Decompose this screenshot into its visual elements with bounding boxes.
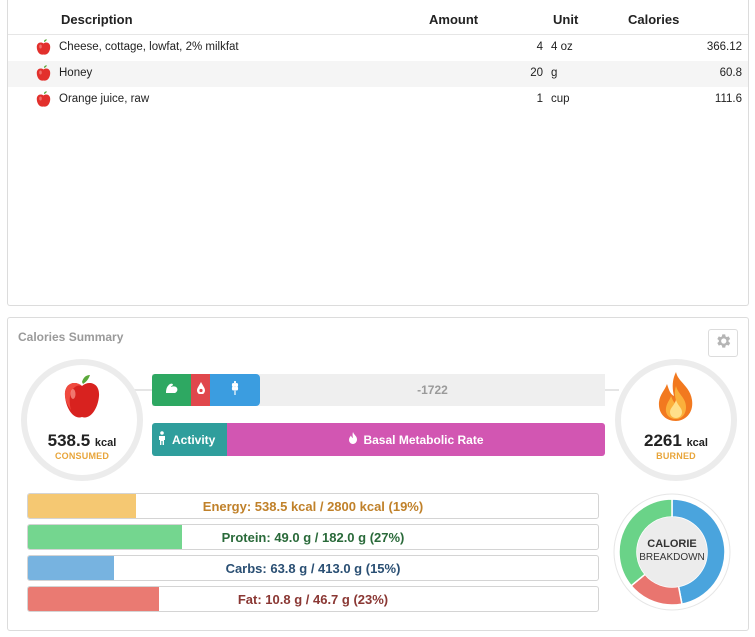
carbs-progress-bar[interactable]: Carbs: 63.8 g / 413.0 g (15%) [27,555,599,581]
food-calories: 366.12 [706,41,742,53]
food-unit[interactable]: g [551,67,557,79]
summary-title: Calories Summary [18,330,124,344]
burned-unit: kcal [686,437,708,449]
protein-progress-bar[interactable]: Protein: 49.0 g / 182.0 g (27%) [27,524,599,550]
carbs-wheat-icon [230,380,240,400]
activity-label: Activity [172,432,216,447]
connector-line [134,389,152,391]
food-amount[interactable]: 4 [537,41,543,53]
fat-segment[interactable] [191,374,210,406]
gear-icon [714,332,732,355]
food-amount[interactable]: 20 [530,67,543,79]
calorie-breakdown-donut[interactable]: CALORIE BREAKDOWN [613,493,731,611]
table-row[interactable]: Cheese, cottage, lowfat, 2% milkfat 4 4 … [8,35,748,61]
carbs-segment[interactable] [210,374,260,406]
protein-arm-icon [165,381,179,399]
table-row[interactable]: Orange juice, raw 1 cup 111.6 [8,87,748,113]
energy-progress-text: Energy: 538.5 kcal / 2800 kcal (19%) [202,499,424,514]
column-header-description[interactable]: Description [61,12,133,27]
consumed-circle: 538.5 kcal CONSUMED [21,359,143,481]
protein-segment[interactable] [152,374,191,406]
fat-progress-text: Fat: 10.8 g / 46.7 g (23%) [237,592,389,607]
food-description: Orange juice, raw [59,93,150,105]
energy-progress-bar[interactable]: Energy: 538.5 kcal / 2800 kcal (19%) [27,493,599,519]
food-calories: 60.8 [719,67,742,79]
consumed-label: CONSUMED [54,451,110,461]
consumed-value-line: 538.5 kcal [27,431,137,451]
calories-summary-panel: Calories Summary 538.5 kcal CONSUMED 226… [7,317,749,631]
connector-line [605,389,619,391]
donut-label: CALORIE BREAKDOWN [613,537,731,565]
donut-title: CALORIE [647,538,697,550]
table-header: Description Amount Unit Calories [8,0,748,35]
fat-progress-bar[interactable]: Fat: 10.8 g / 46.7 g (23%) [27,586,599,612]
person-icon [158,431,166,448]
food-description: Cheese, cottage, lowfat, 2% milkfat [59,41,239,53]
food-calories: 111.6 [714,93,742,105]
food-unit[interactable]: cup [551,93,570,105]
apple-icon [36,39,51,56]
food-unit[interactable]: 4 oz [551,41,573,53]
apple-icon [36,91,51,108]
carbs-progress-text: Carbs: 63.8 g / 413.0 g (15%) [225,561,401,576]
settings-button[interactable] [708,329,738,357]
food-diary-table: Description Amount Unit Calories Cheese,… [7,0,749,306]
bmr-label: Basal Metabolic Rate [363,432,484,447]
flame-icon [654,370,698,427]
consumed-value: 538.5 [47,431,91,450]
column-header-calories[interactable]: Calories [628,12,679,27]
donut-subtitle: BREAKDOWN [639,552,705,563]
net-calorie-bar: -1722 [152,374,605,406]
net-calories-value: -1722 [417,383,448,397]
food-amount[interactable]: 1 [537,93,543,105]
burned-breakdown-bar: Activity Basal Metabolic Rate [152,423,605,456]
protein-progress-text: Protein: 49.0 g / 182.0 g (27%) [221,530,405,545]
column-header-amount[interactable]: Amount [429,12,478,27]
apple-icon [64,373,100,426]
burned-label: BURNED [656,451,696,461]
flame-small-icon [348,432,358,447]
food-description: Honey [59,67,93,79]
table-row[interactable]: Honey 20 g 60.8 [8,61,748,87]
burned-value: 2261 [644,431,682,450]
consumed-unit: kcal [94,437,117,449]
fat-drop-icon [196,381,205,399]
activity-segment[interactable]: Activity [152,423,227,456]
apple-icon [36,65,51,82]
bmr-segment[interactable]: Basal Metabolic Rate [227,423,605,456]
burned-circle: 2261 kcal BURNED [615,359,737,481]
column-header-unit[interactable]: Unit [553,12,578,27]
burned-value-line: 2261 kcal [621,431,731,451]
